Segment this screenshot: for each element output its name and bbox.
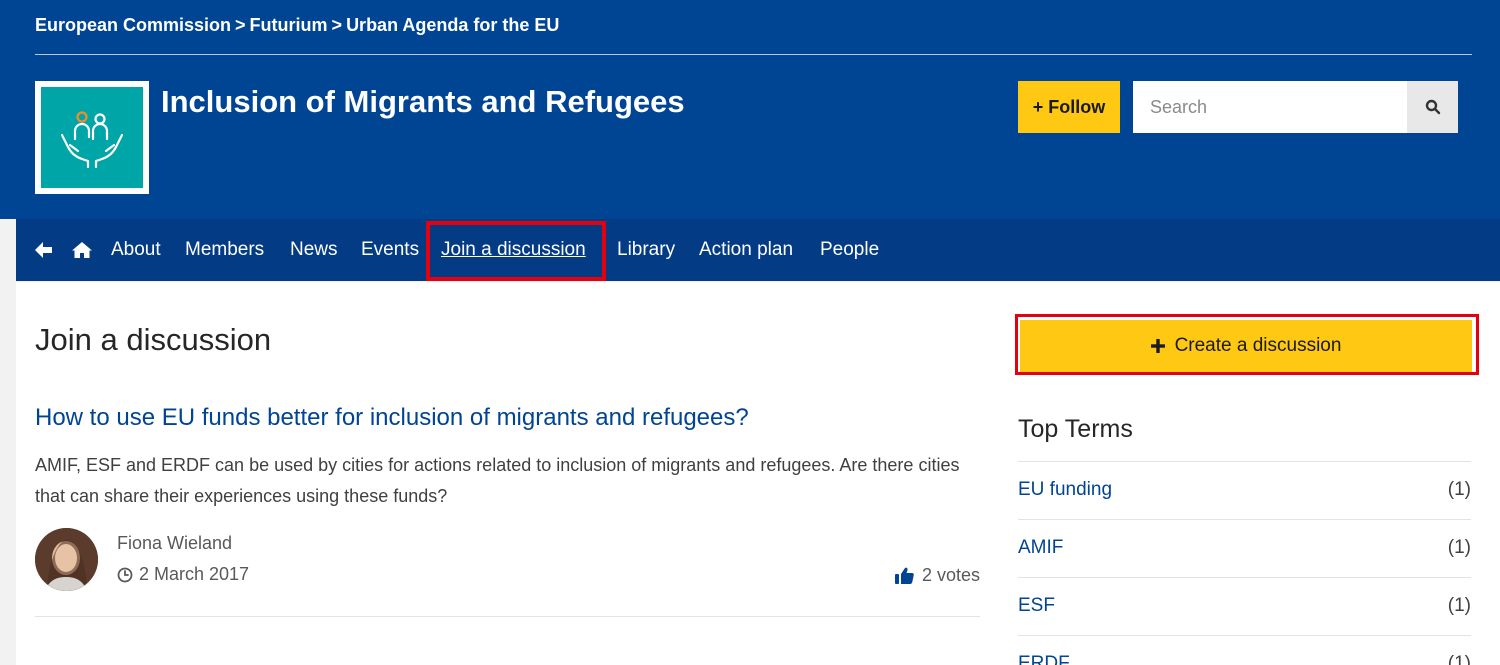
post-date-text: 2 March 2017 bbox=[139, 564, 250, 584]
post-divider bbox=[35, 616, 980, 617]
highlight-box-create bbox=[1015, 314, 1479, 375]
home-icon[interactable] bbox=[72, 241, 92, 264]
vote-count-text: 2 votes bbox=[921, 565, 980, 585]
back-arrow-icon[interactable] bbox=[35, 241, 53, 264]
main-navigation: About Members News Events Join a discuss… bbox=[16, 219, 1500, 281]
term-row: ESF (1) bbox=[1018, 577, 1471, 635]
search-button[interactable] bbox=[1407, 81, 1458, 133]
nav-item-members[interactable]: Members bbox=[185, 219, 264, 281]
highlight-box-nav bbox=[426, 221, 606, 281]
term-count: (1) bbox=[1447, 479, 1471, 500]
nav-item-action-plan[interactable]: Action plan bbox=[699, 219, 793, 281]
follow-button[interactable]: + Follow bbox=[1018, 81, 1120, 133]
search-icon bbox=[1425, 99, 1440, 115]
search-input[interactable] bbox=[1133, 81, 1407, 133]
site-header: European Commission > Futurium > Urban Agend… bbox=[0, 0, 1500, 219]
thumbs-up-icon bbox=[894, 567, 914, 584]
nav-item-library[interactable]: Library bbox=[617, 219, 675, 281]
avatar[interactable] bbox=[35, 528, 98, 591]
author-name[interactable]: Fiona Wieland bbox=[117, 533, 232, 554]
discussion-summary: AMIF, ESF and ERDF can be used by cities… bbox=[35, 455, 960, 506]
breadcrumb-divider bbox=[35, 54, 1472, 55]
hands-people-icon bbox=[41, 87, 143, 188]
term-row: AMIF (1) bbox=[1018, 519, 1471, 577]
breadcrumb-item-futurium[interactable]: Futurium bbox=[250, 15, 328, 35]
term-count: (1) bbox=[1447, 653, 1471, 665]
term-link-amif[interactable]: AMIF bbox=[1018, 537, 1063, 559]
term-row: EU funding (1) bbox=[1018, 461, 1471, 519]
nav-item-people[interactable]: People bbox=[820, 219, 879, 281]
nav-item-news[interactable]: News bbox=[290, 219, 338, 281]
breadcrumb-item-european-commission[interactable]: European Commission bbox=[35, 15, 231, 35]
discussion-title-link[interactable]: How to use EU funds better for inclusion… bbox=[35, 404, 749, 432]
page-title: Join a discussion bbox=[35, 322, 272, 357]
top-terms-heading: Top Terms bbox=[1018, 415, 1133, 443]
group-logo[interactable] bbox=[35, 81, 149, 194]
term-row: ERDF (1) bbox=[1018, 635, 1471, 665]
term-count: (1) bbox=[1447, 595, 1471, 616]
group-title: Inclusion of Migrants and Refugees bbox=[161, 84, 685, 119]
nav-item-events[interactable]: Events bbox=[361, 219, 419, 281]
term-link-eu-funding[interactable]: EU funding bbox=[1018, 479, 1112, 501]
vote-count[interactable]: 2 votes bbox=[894, 565, 980, 586]
breadcrumb-separator: > bbox=[331, 15, 343, 35]
breadcrumb-item-urban-agenda[interactable]: Urban Agenda for the EU bbox=[346, 15, 559, 35]
term-link-esf[interactable]: ESF bbox=[1018, 595, 1055, 617]
nav-item-about[interactable]: About bbox=[111, 219, 161, 281]
term-link-erdf[interactable]: ERDF bbox=[1018, 653, 1070, 665]
breadcrumb: European Commission > Futurium > Urban Agend… bbox=[35, 15, 559, 36]
breadcrumb-separator: > bbox=[235, 15, 246, 35]
clock-icon bbox=[117, 567, 133, 582]
term-count: (1) bbox=[1447, 537, 1471, 558]
post-date: 2 March 2017 bbox=[117, 564, 249, 585]
